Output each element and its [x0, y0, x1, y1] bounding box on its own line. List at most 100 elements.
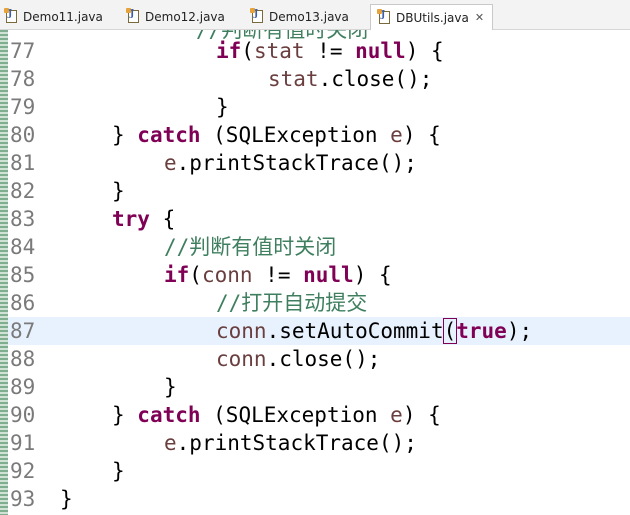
tab-dbutils[interactable]: DBUtils.java ✕	[370, 4, 494, 30]
line-number: 82	[10, 179, 36, 203]
code-line[interactable]: 92}	[8, 457, 630, 485]
keyword-token: try	[112, 207, 150, 231]
code-line[interactable]: 93}	[8, 485, 630, 513]
editor-tab-bar: Demo11.java Demo12.java Demo13.java DBUt…	[0, 0, 630, 30]
code-text: }	[112, 457, 125, 485]
keyword-token: catch	[137, 403, 201, 427]
code-text: if(stat != null) {	[216, 37, 444, 65]
code-token: ) {	[402, 403, 441, 427]
code-text: }	[164, 373, 177, 401]
variable-token: e	[390, 123, 403, 147]
keyword-token: null	[355, 39, 406, 63]
comment-token: //判断有值时关闭	[164, 235, 337, 259]
line-number: 89	[10, 375, 36, 399]
keyword-token: if	[216, 39, 242, 63]
line-number: 78	[10, 67, 36, 91]
code-token: (SQLException	[200, 403, 391, 427]
variable-token: e	[164, 151, 177, 175]
code-token: (	[241, 39, 254, 63]
code-line[interactable]: 87 conn.setAutoCommit(true);	[8, 317, 630, 345]
tab-label: Demo12.java	[145, 9, 225, 24]
line-number: 92	[10, 459, 36, 483]
java-file-icon	[250, 8, 263, 23]
keyword-token: null	[303, 263, 354, 287]
code-text: stat.close();	[268, 65, 432, 93]
tab-demo13[interactable]: Demo13.java	[250, 4, 349, 29]
code-token: }	[216, 95, 229, 119]
code-token: ) {	[402, 123, 441, 147]
line-number: 77	[10, 39, 36, 63]
code-token: }	[112, 403, 138, 427]
code-token: );	[506, 319, 533, 343]
java-file-icon	[377, 9, 390, 24]
code-token: .setAutoCommit	[266, 319, 444, 343]
code-line[interactable]: 79}	[8, 93, 630, 121]
code-token: (	[189, 263, 202, 287]
code-line[interactable]: 91 e.printStackTrace();	[8, 429, 630, 457]
code-line[interactable]: 90} catch (SQLException e) {	[8, 401, 630, 429]
line-number: 85	[10, 263, 36, 287]
code-line[interactable]: 80} catch (SQLException e) {	[8, 121, 630, 149]
variable-token: e	[390, 403, 403, 427]
code-text: conn.setAutoCommit(true);	[216, 317, 532, 345]
bracket-match: (	[442, 318, 458, 344]
code-token: .printStackTrace();	[176, 151, 417, 175]
code-token: (SQLException	[200, 123, 391, 147]
code-token: .printStackTrace();	[176, 431, 417, 455]
tab-label: Demo11.java	[23, 9, 103, 24]
code-line[interactable]: 81 e.printStackTrace();	[8, 149, 630, 177]
tab-demo11[interactable]: Demo11.java	[4, 4, 103, 29]
variable-token: stat	[268, 67, 319, 91]
code-token: .close();	[266, 347, 381, 371]
code-token: }	[164, 375, 177, 399]
code-line[interactable]: 88 conn.close();	[8, 345, 630, 373]
code-line[interactable]: 89}	[8, 373, 630, 401]
tab-label: Demo13.java	[269, 9, 349, 24]
code-text: if(conn != null) {	[164, 261, 392, 289]
code-line[interactable]: 78 stat.close();	[8, 65, 630, 93]
code-token: !=	[252, 263, 304, 287]
code-text: } catch (SQLException e) {	[112, 401, 441, 429]
code-token: }	[112, 179, 125, 203]
line-number: 86	[10, 291, 36, 315]
code-token: {	[149, 207, 176, 231]
line-number: 91	[10, 431, 36, 455]
keyword-token: catch	[137, 123, 201, 147]
keyword-token: true	[456, 319, 507, 343]
variable-token: stat	[253, 39, 305, 63]
line-number: 81	[10, 151, 36, 175]
code-line[interactable]: 84 //判断有值时关闭	[8, 233, 630, 261]
code-token: }	[112, 459, 125, 483]
code-token: }	[60, 487, 73, 511]
tab-label: DBUtils.java	[396, 10, 469, 25]
code-line[interactable]: 83 try {	[8, 205, 630, 233]
line-number: 80	[10, 123, 36, 147]
code-text: //打开自动提交	[216, 289, 367, 317]
code-line[interactable]: 86 //打开自动提交	[8, 289, 630, 317]
code-line[interactable]: 82}	[8, 177, 630, 205]
code-token: }	[112, 123, 138, 147]
code-line[interactable]: 85 if(conn != null) {	[8, 261, 630, 289]
line-number: 79	[10, 95, 36, 119]
code-text: try {	[112, 205, 175, 233]
keyword-token: if	[164, 263, 190, 287]
close-icon[interactable]: ✕	[475, 11, 484, 24]
variable-token: conn	[201, 263, 253, 287]
code-token: .close();	[318, 67, 433, 91]
code-text: }	[60, 485, 73, 513]
code-text: e.printStackTrace();	[164, 429, 417, 457]
code-text: }	[216, 93, 229, 121]
code-text: //判断有值时关闭	[164, 233, 336, 261]
code-editor[interactable]: //判断有值时关闭 77 if(stat != null) {78 stat.clo…	[8, 30, 630, 515]
tab-demo12[interactable]: Demo12.java	[126, 4, 225, 29]
overview-ruler	[0, 30, 8, 515]
java-file-icon	[4, 8, 17, 23]
variable-token: e	[164, 431, 177, 455]
code-text: conn.close();	[216, 345, 380, 373]
java-file-icon	[126, 8, 139, 23]
code-line[interactable]: 77 if(stat != null) {	[8, 37, 630, 65]
code-token: ) {	[353, 263, 392, 287]
code-token: !=	[304, 39, 356, 63]
code-token: ) {	[405, 39, 444, 63]
line-number: 83	[10, 207, 36, 231]
